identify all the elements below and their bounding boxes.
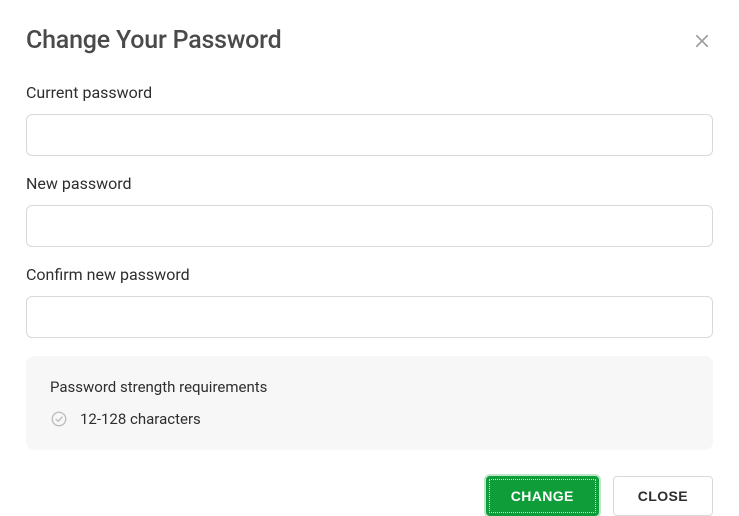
confirm-password-group: Confirm new password [26,265,713,338]
requirement-text: 12-128 characters [80,410,201,428]
requirement-item: 12-128 characters [50,410,689,428]
close-button[interactable]: CLOSE [613,476,713,516]
new-password-input[interactable] [26,205,713,247]
password-requirements-box: Password strength requirements 12-128 ch… [26,356,713,450]
modal-footer: CHANGE CLOSE [26,476,713,516]
confirm-password-input[interactable] [26,296,713,338]
close-icon[interactable] [691,30,713,52]
change-button[interactable]: CHANGE [486,476,599,516]
requirements-title: Password strength requirements [50,378,689,396]
modal-header: Change Your Password [26,26,713,55]
confirm-password-label: Confirm new password [26,265,713,284]
new-password-group: New password [26,174,713,247]
new-password-label: New password [26,174,713,193]
current-password-group: Current password [26,83,713,156]
current-password-input[interactable] [26,114,713,156]
current-password-label: Current password [26,83,713,102]
modal-title: Change Your Password [26,26,281,55]
check-circle-icon [50,410,68,428]
